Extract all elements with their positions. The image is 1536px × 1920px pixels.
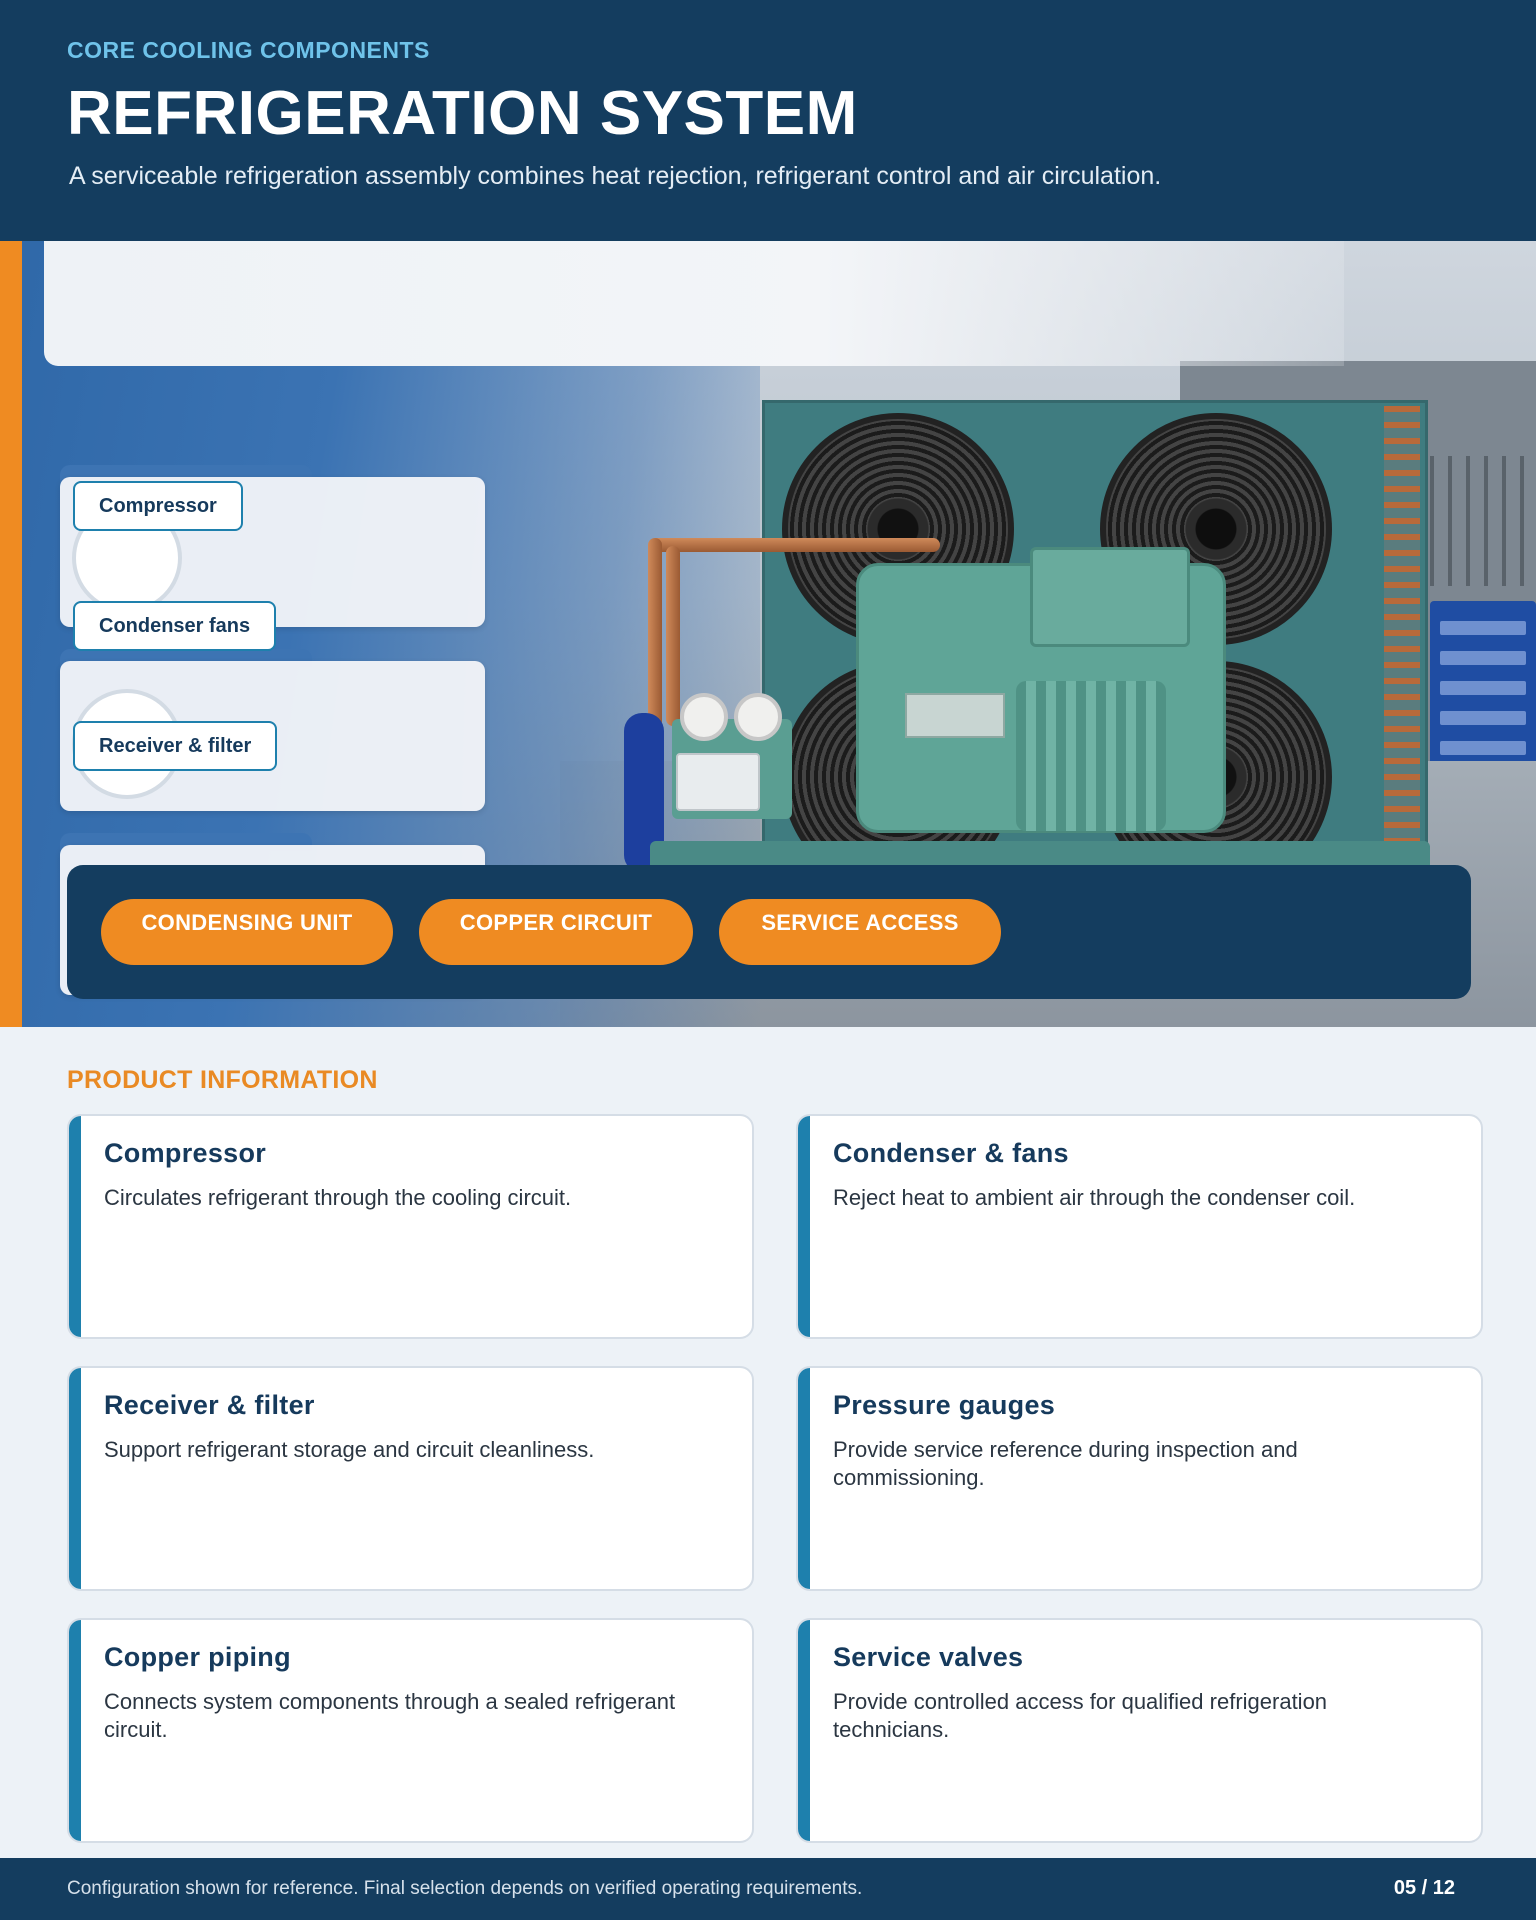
copper-pipe [650, 538, 940, 552]
cabinet-drawer [1440, 621, 1526, 635]
pressure-gauge-icon [734, 693, 782, 741]
card-description: Circulates refrigerant through the cooli… [104, 1185, 572, 1210]
card-accent-strip [69, 1116, 81, 1337]
section-title-product-info: PRODUCT INFORMATION [67, 1066, 378, 1094]
pill-service-access: SERVICE ACCESS [719, 899, 1001, 965]
page-title: REFRIGERATION SYSTEM [67, 79, 858, 148]
card-accent-strip [798, 1116, 810, 1337]
info-card-receiver-filter: Receiver & filter Support refrigerant st… [67, 1366, 754, 1591]
card-title: Condenser & fans [833, 1138, 1069, 1168]
callout-label-condenser-fans: Condenser fans [73, 601, 277, 651]
compressor-nameplate [905, 693, 1005, 738]
card-title: Copper piping [104, 1642, 291, 1672]
card-title: Service valves [833, 1642, 1024, 1672]
page-header: CORE COOLING COMPONENTS REFRIGERATION SY… [0, 0, 1536, 241]
pressure-gauge-icon [680, 693, 728, 741]
cabinet-drawer [1440, 651, 1526, 665]
card-title: Receiver & filter [104, 1390, 315, 1420]
card-title: Pressure gauges [833, 1390, 1056, 1420]
footer-disclaimer: Configuration shown for reference. Final… [67, 1878, 863, 1899]
info-card-service-valves: Service valves Provide controlled access… [796, 1618, 1483, 1843]
card-accent-strip [69, 1368, 81, 1589]
info-card-condenser-fans: Condenser & fans Reject heat to ambient … [796, 1114, 1483, 1339]
info-card-copper-piping: Copper piping Connects system components… [67, 1618, 754, 1843]
pill-condensing-unit: CONDENSING UNIT [101, 899, 393, 965]
card-description: Connects system components through a sea… [104, 1689, 676, 1742]
hero-image-area: Compressor Condenser fans Receiver & fil… [0, 241, 1536, 1027]
eyebrow-text: CORE COOLING COMPONENTS [67, 37, 430, 63]
info-card-compressor: Compressor Circulates refrigerant throug… [67, 1114, 754, 1339]
page-footer: Configuration shown for reference. Final… [0, 1858, 1536, 1920]
cabinet-drawer [1440, 711, 1526, 725]
page-subtitle: A serviceable refrigeration assembly com… [69, 162, 1162, 190]
cabinet-drawer [1440, 741, 1526, 755]
fan-hub-icon [1196, 509, 1236, 549]
card-description: Provide controlled access for qualified … [833, 1689, 1328, 1742]
cabinet-drawer [1440, 681, 1526, 695]
card-description: Support refrigerant storage and circuit … [104, 1437, 595, 1462]
card-accent-strip [798, 1620, 810, 1841]
condenser-coil [1384, 406, 1420, 886]
page-number: 05 / 12 [1393, 1877, 1455, 1899]
pill-copper-circuit: COPPER CIRCUIT [419, 899, 693, 965]
compressor-terminal-box [1030, 547, 1190, 647]
card-title: Compressor [104, 1138, 267, 1168]
copper-pipe [666, 546, 680, 726]
info-card-pressure-gauges: Pressure gauges Provide service referenc… [796, 1366, 1483, 1591]
hero-top-band [44, 241, 1344, 366]
callout-label-compressor: Compressor [73, 481, 243, 531]
card-description: Reject heat to ambient air through the c… [833, 1185, 1356, 1210]
card-description: Provide service reference during inspect… [833, 1437, 1298, 1490]
card-accent-strip [69, 1620, 81, 1841]
orange-accent-bar [0, 241, 22, 1027]
card-accent-strip [798, 1368, 810, 1589]
callout-label-receiver-filter: Receiver & filter [73, 721, 278, 771]
tool-rack [1430, 456, 1536, 586]
copper-pipe [648, 538, 662, 728]
compressor-ribs [1016, 681, 1166, 831]
pressure-switch-box [676, 753, 760, 811]
